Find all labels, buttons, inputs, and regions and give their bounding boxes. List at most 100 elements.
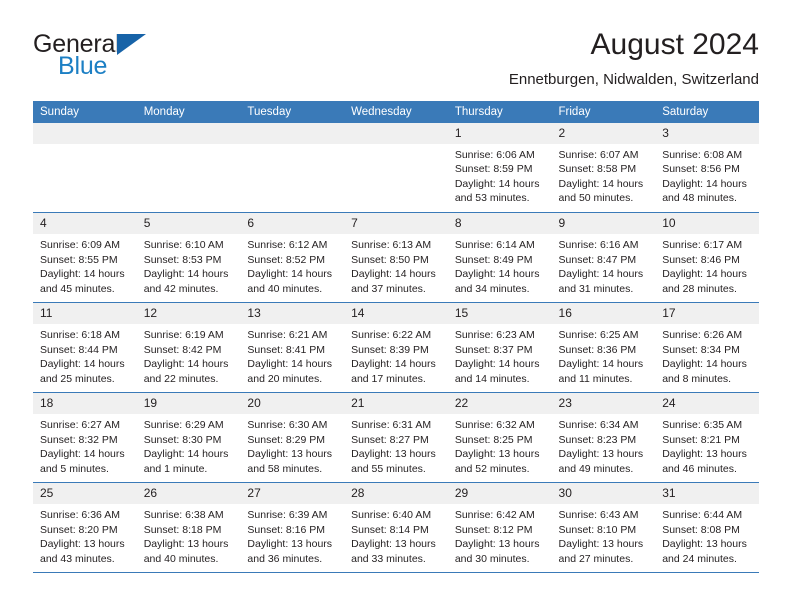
daylight-text: and 49 minutes. <box>558 462 634 475</box>
calendar-day-cell[interactable]: 31 Sunrise: 6:44 AM Sunset: 8:08 PM Dayligh… <box>655 482 759 573</box>
calendar-day-cell[interactable]: 25 Sunrise: 6:36 AM Sunset: 8:20 PM Dayligh… <box>33 482 137 573</box>
weekday-header-saturday: Saturday <box>655 100 759 123</box>
calendar-day-cell[interactable]: 18 Sunrise: 6:27 AM Sunset: 8:32 PM Dayligh… <box>33 392 137 483</box>
sunset-text: Sunset: 8:39 PM <box>351 343 429 356</box>
sunset-text: Sunset: 8:30 PM <box>143 433 222 446</box>
calendar-day-cell[interactable]: 13 Sunrise: 6:21 AM Sunset: 8:41 PM Dayligh… <box>240 302 345 393</box>
calendar-day-cell[interactable]: 11 Sunrise: 6:18 AM Sunset: 8:44 PM Dayligh… <box>33 302 137 393</box>
calendar-day-cell-empty <box>33 122 137 213</box>
weekday-header-row: Sunday Monday Tuesday Wednesday Thursday… <box>33 100 759 123</box>
calendar-day-cell[interactable]: 9 Sunrise: 6:16 AM Sunset: 8:47 PM Daylight… <box>551 212 656 303</box>
day-number <box>240 122 345 144</box>
daylight-text: and 40 minutes. <box>143 552 219 565</box>
calendar-week-row: 11 Sunrise: 6:18 AM Sunset: 8:44 PM Dayligh… <box>33 302 759 393</box>
daylight-text: Daylight: 14 hours <box>454 177 540 190</box>
weekday-header-sunday: Sunday <box>33 100 137 123</box>
daylight-text: and 1 minute. <box>143 462 208 475</box>
sunset-text: Sunset: 8:12 PM <box>454 523 533 536</box>
calendar-day-cell[interactable]: 12 Sunrise: 6:19 AM Sunset: 8:42 PM Dayligh… <box>136 302 241 393</box>
daylight-text: and 14 minutes. <box>454 372 530 385</box>
sunrise-text: Sunrise: 6:42 AM <box>454 509 535 521</box>
day-details: Sunrise: 6:40 AM Sunset: 8:14 PM Daylight:… <box>344 504 448 567</box>
day-details: Sunrise: 6:23 AM Sunset: 8:37 PM Daylight:… <box>447 324 552 387</box>
location-subtitle: Ennetburgen, Nidwalden, Switzerland <box>508 70 759 88</box>
day-details: Sunrise: 6:08 AM Sunset: 8:56 PM Daylight:… <box>655 143 759 206</box>
calendar-day-cell[interactable]: 8 Sunrise: 6:14 AM Sunset: 8:49 PM Daylight… <box>447 212 552 303</box>
daylight-text: Daylight: 14 hours <box>662 358 747 371</box>
calendar-week-row: 4 Sunrise: 6:09 AM Sunset: 8:55 PM Daylight… <box>33 212 759 303</box>
calendar-day-cell[interactable]: 28 Sunrise: 6:40 AM Sunset: 8:14 PM Dayligh… <box>344 482 448 573</box>
calendar-day-cell[interactable]: 23 Sunrise: 6:34 AM Sunset: 8:23 PM Dayligh… <box>551 392 656 483</box>
day-number: 3 <box>655 122 759 144</box>
weekday-header-friday: Friday <box>551 100 656 123</box>
calendar-day-cell[interactable]: 3 Sunrise: 6:08 AM Sunset: 8:56 PM Daylight… <box>655 122 759 213</box>
calendar-day-cell[interactable]: 4 Sunrise: 6:09 AM Sunset: 8:55 PM Daylight… <box>33 212 137 303</box>
sunrise-text: Sunrise: 6:43 AM <box>558 509 639 521</box>
day-details: Sunrise: 6:44 AM Sunset: 8:08 PM Daylight:… <box>655 504 759 567</box>
calendar-week-row: 25 Sunrise: 6:36 AM Sunset: 8:20 PM Dayligh… <box>33 482 759 573</box>
daylight-text: Daylight: 14 hours <box>40 448 125 461</box>
daylight-text: and 43 minutes. <box>40 552 115 565</box>
day-number: 23 <box>551 393 656 414</box>
sunset-text: Sunset: 8:47 PM <box>558 253 637 266</box>
calendar-day-cell[interactable]: 16 Sunrise: 6:25 AM Sunset: 8:36 PM Dayligh… <box>551 302 656 393</box>
sunset-text: Sunset: 8:41 PM <box>247 343 326 356</box>
sunrise-text: Sunrise: 6:19 AM <box>143 329 224 341</box>
calendar-day-cell[interactable]: 24 Sunrise: 6:35 AM Sunset: 8:21 PM Dayligh… <box>655 392 759 483</box>
calendar-day-cell[interactable]: 27 Sunrise: 6:39 AM Sunset: 8:16 PM Dayligh… <box>240 482 345 573</box>
calendar-day-cell[interactable]: 30 Sunrise: 6:43 AM Sunset: 8:10 PM Dayligh… <box>551 482 656 573</box>
day-details: Sunrise: 6:35 AM Sunset: 8:21 PM Daylight:… <box>655 414 759 477</box>
day-details: Sunrise: 6:34 AM Sunset: 8:23 PM Daylight:… <box>551 414 656 477</box>
calendar-day-cell[interactable]: 10 Sunrise: 6:17 AM Sunset: 8:46 PM Dayligh… <box>655 212 759 303</box>
daylight-text: Daylight: 13 hours <box>143 538 229 551</box>
calendar-day-cell[interactable]: 15 Sunrise: 6:23 AM Sunset: 8:37 PM Dayligh… <box>447 302 552 393</box>
calendar-day-cell[interactable]: 5 Sunrise: 6:10 AM Sunset: 8:53 PM Daylight… <box>136 212 241 303</box>
sunrise-text: Sunrise: 6:09 AM <box>40 239 120 251</box>
sunrise-text: Sunrise: 6:35 AM <box>662 419 743 431</box>
calendar-day-cell[interactable]: 22 Sunrise: 6:32 AM Sunset: 8:25 PM Dayligh… <box>447 392 552 483</box>
title-block: August 2024 Ennetburgen, Nidwalden, Swit… <box>153 26 759 89</box>
calendar-day-cell[interactable]: 1 Sunrise: 6:06 AM Sunset: 8:59 PM Daylight… <box>447 122 552 213</box>
daylight-text: Daylight: 14 hours <box>662 177 747 190</box>
day-number: 28 <box>344 483 448 504</box>
sunset-text: Sunset: 8:58 PM <box>558 163 637 176</box>
sunrise-text: Sunrise: 6:13 AM <box>351 239 432 251</box>
sunset-text: Sunset: 8:59 PM <box>454 163 533 176</box>
daylight-text: and 34 minutes. <box>454 282 530 295</box>
sunset-text: Sunset: 8:46 PM <box>662 253 740 266</box>
sunrise-text: Sunrise: 6:07 AM <box>558 148 639 161</box>
calendar-day-cell[interactable]: 19 Sunrise: 6:29 AM Sunset: 8:30 PM Dayligh… <box>136 392 241 483</box>
sunset-text: Sunset: 8:42 PM <box>143 343 222 356</box>
calendar-day-cell-empty <box>136 122 241 213</box>
sunrise-text: Sunrise: 6:06 AM <box>454 148 535 161</box>
calendar-day-cell[interactable]: 2 Sunrise: 6:07 AM Sunset: 8:58 PM Daylight… <box>551 122 656 213</box>
weekday-header-thursday: Thursday <box>447 100 552 123</box>
calendar-day-cell[interactable]: 21 Sunrise: 6:31 AM Sunset: 8:27 PM Dayligh… <box>344 392 448 483</box>
daylight-text: and 36 minutes. <box>247 552 323 565</box>
sunrise-text: Sunrise: 6:36 AM <box>40 509 120 521</box>
daylight-text: Daylight: 13 hours <box>662 538 747 551</box>
calendar-day-cell[interactable]: 29 Sunrise: 6:42 AM Sunset: 8:12 PM Dayligh… <box>447 482 552 573</box>
calendar-day-cell-empty <box>344 122 448 213</box>
sunset-text: Sunset: 8:25 PM <box>454 433 533 446</box>
daylight-text: and 22 minutes. <box>143 372 219 385</box>
calendar-day-cell[interactable]: 17 Sunrise: 6:26 AM Sunset: 8:34 PM Dayligh… <box>655 302 759 393</box>
day-number: 26 <box>136 483 241 504</box>
sunset-text: Sunset: 8:50 PM <box>351 253 429 266</box>
daylight-text: and 28 minutes. <box>662 282 737 295</box>
general-blue-logo[interactable]: General Blue <box>33 26 153 82</box>
sunset-text: Sunset: 8:10 PM <box>558 523 637 536</box>
calendar-day-cell[interactable]: 20 Sunrise: 6:30 AM Sunset: 8:29 PM Dayligh… <box>240 392 345 483</box>
day-number: 5 <box>136 213 241 234</box>
calendar-day-cell[interactable]: 26 Sunrise: 6:38 AM Sunset: 8:18 PM Dayligh… <box>136 482 241 573</box>
day-number <box>33 122 137 144</box>
day-number: 10 <box>655 213 759 234</box>
sunrise-text: Sunrise: 6:26 AM <box>662 329 743 341</box>
sunset-text: Sunset: 8:52 PM <box>247 253 326 266</box>
daylight-text: Daylight: 14 hours <box>143 448 229 461</box>
calendar-day-cell[interactable]: 7 Sunrise: 6:13 AM Sunset: 8:50 PM Daylight… <box>344 212 448 303</box>
sunrise-text: Sunrise: 6:29 AM <box>143 419 224 431</box>
calendar-day-cell[interactable]: 6 Sunrise: 6:12 AM Sunset: 8:52 PM Daylight… <box>240 212 345 303</box>
daylight-text: Daylight: 13 hours <box>558 538 644 551</box>
calendar-day-cell[interactable]: 14 Sunrise: 6:22 AM Sunset: 8:39 PM Dayligh… <box>344 302 448 393</box>
